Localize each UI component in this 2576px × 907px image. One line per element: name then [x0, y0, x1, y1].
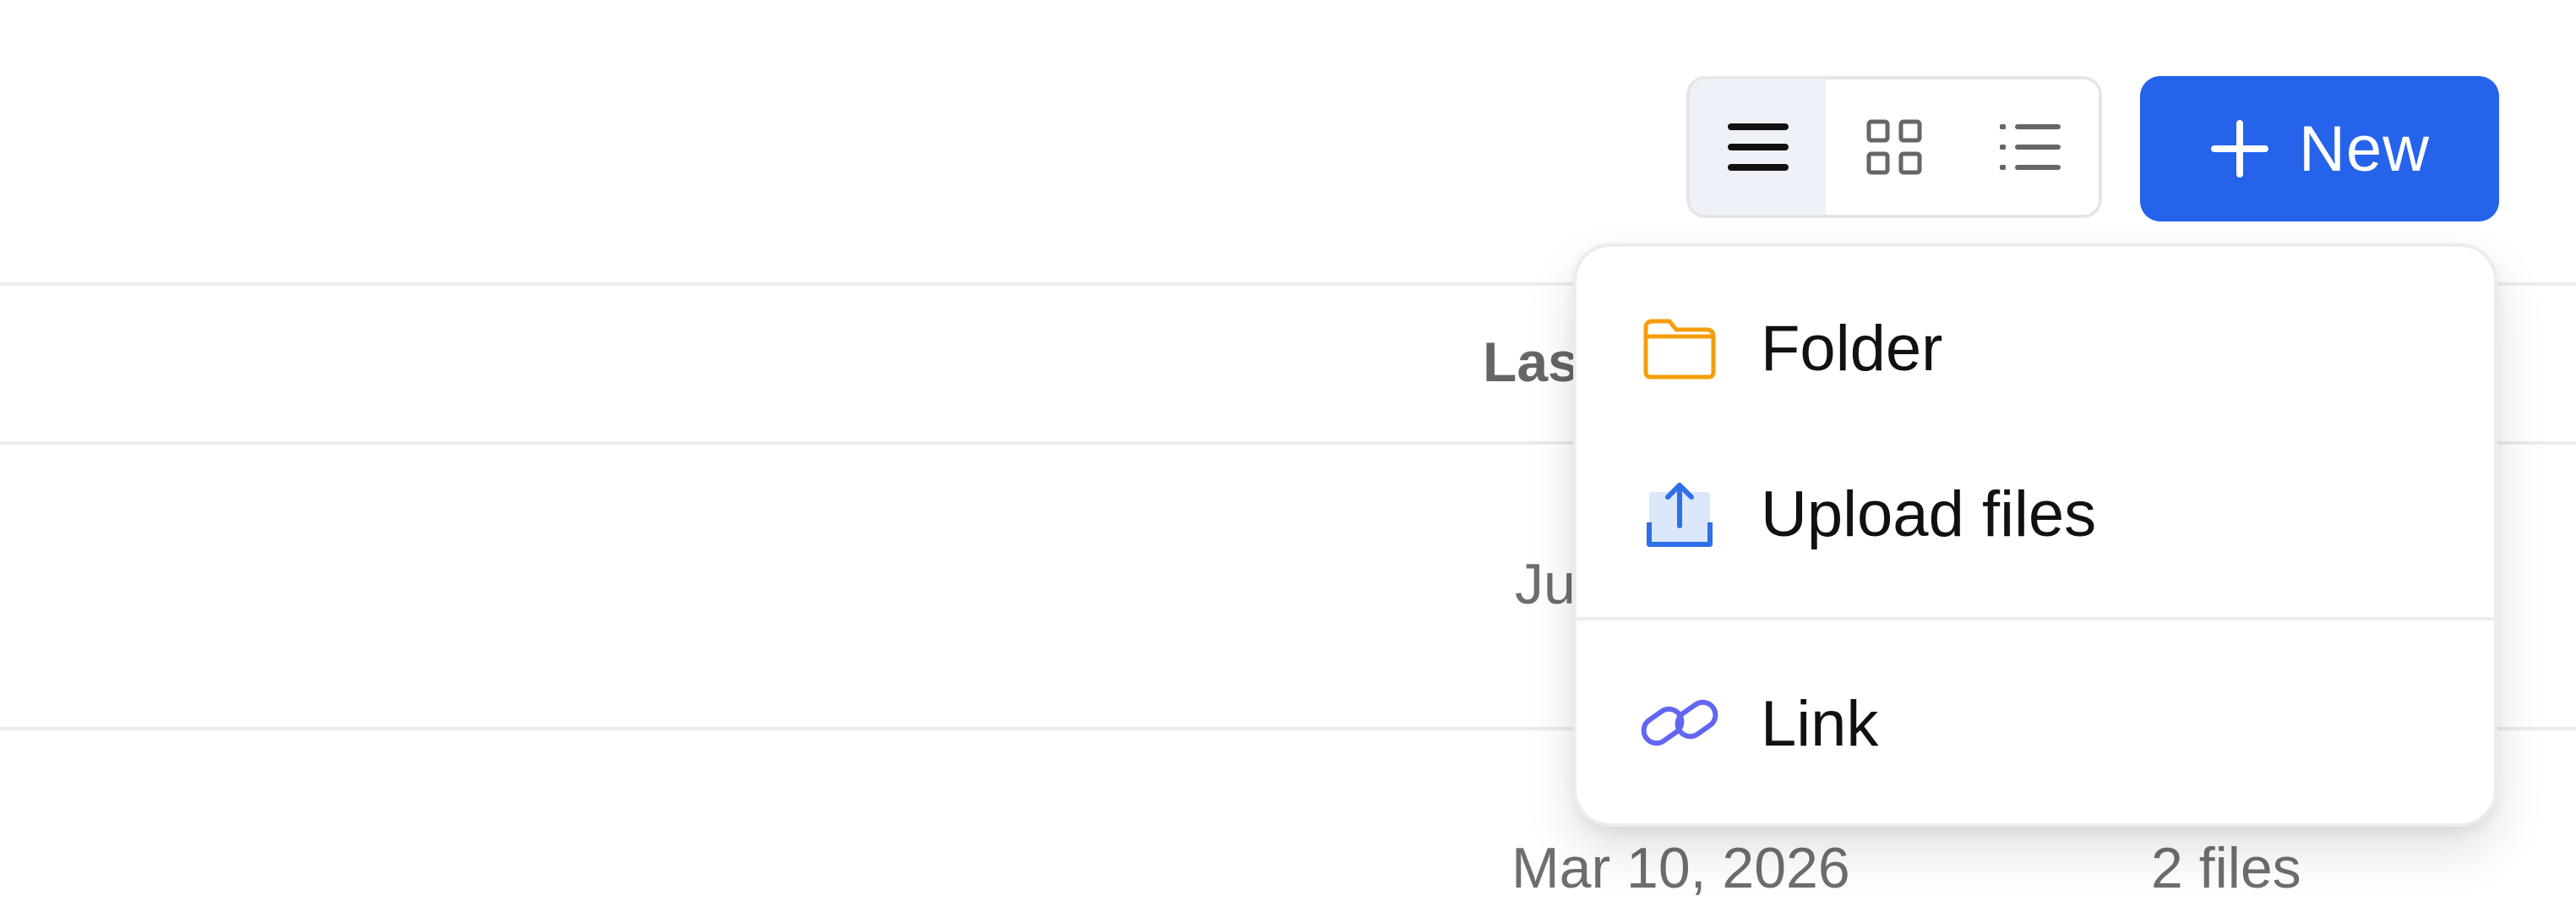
last-modified-header[interactable]: Las	[1483, 330, 1579, 394]
new-button-label: New	[2298, 112, 2431, 185]
menu-item-link[interactable]: Link	[1577, 647, 2494, 800]
bullet-list-icon	[2000, 124, 2061, 170]
menu-lines-icon	[1727, 123, 1789, 171]
menu-item-folder[interactable]: Folder	[1577, 272, 2494, 424]
menu-item-label: Link	[1761, 687, 1879, 760]
folder-icon	[1643, 319, 1716, 380]
menu-separator	[1577, 617, 2494, 620]
row-date: Ju	[1515, 552, 1576, 616]
link-icon	[1641, 699, 1718, 746]
menu-item-upload-files[interactable]: Upload files	[1577, 438, 2494, 590]
row-file-count: 2 files	[2151, 836, 2301, 900]
upload-icon	[1647, 483, 1713, 547]
view-toggle-group	[1686, 76, 2102, 218]
compact-list-view-button[interactable]	[1963, 79, 2099, 215]
grid-view-button[interactable]	[1826, 79, 1962, 215]
menu-item-label: Upload files	[1761, 478, 2097, 550]
row-date: Mar 10, 2026	[1511, 836, 1850, 900]
menu-item-label: Folder	[1761, 312, 1943, 385]
grid-icon	[1866, 119, 1922, 175]
plus-icon	[2210, 120, 2268, 178]
new-menu-dropdown: Folder Upload files Link	[1573, 243, 2497, 827]
new-button[interactable]: New	[2140, 76, 2499, 221]
list-view-button[interactable]	[1690, 79, 1827, 215]
